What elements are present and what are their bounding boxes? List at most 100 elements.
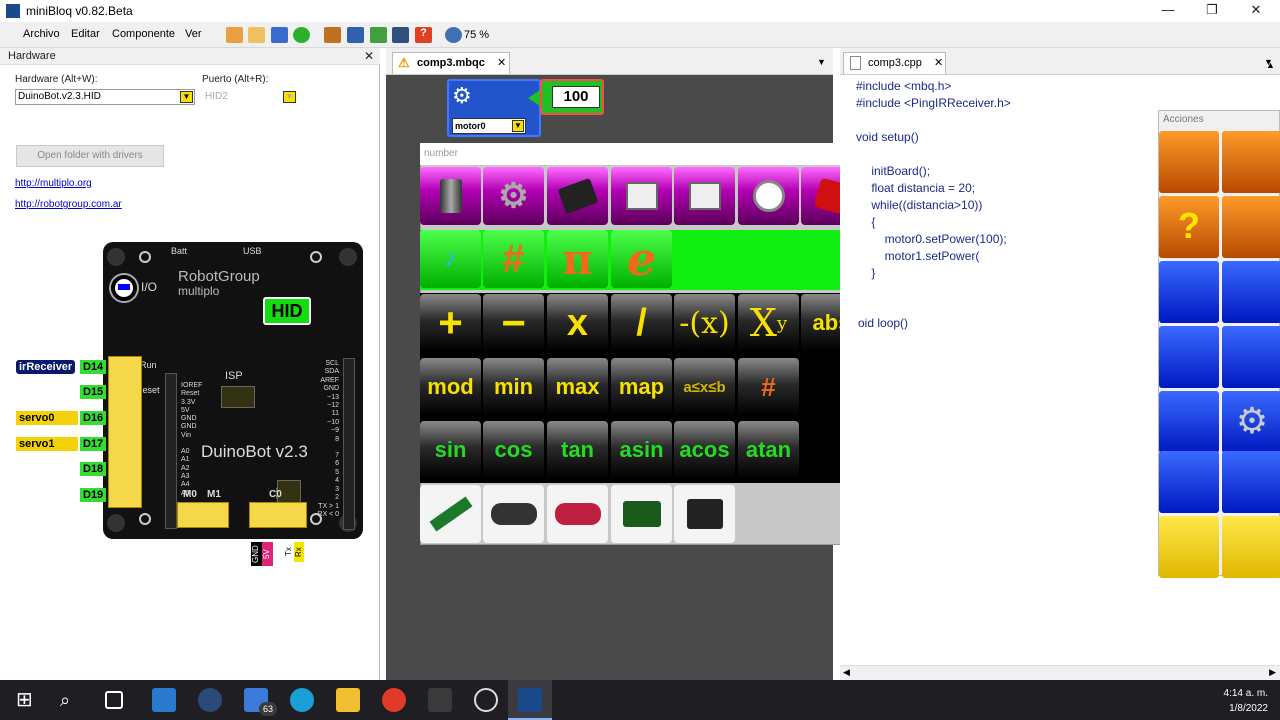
palette-memory-button[interactable] bbox=[420, 167, 481, 225]
palette-ir-receiver-button[interactable] bbox=[674, 485, 735, 543]
palette-atan-button[interactable]: atan bbox=[738, 421, 799, 479]
comment-bubble-icon[interactable] bbox=[1159, 516, 1219, 578]
restore-button[interactable]: ❐ bbox=[1190, 0, 1234, 22]
tab-comp3-cpp[interactable]: comp3.cpp ✕ bbox=[843, 52, 946, 74]
edit-icon[interactable] bbox=[347, 27, 364, 43]
palette-ultrasonic-button[interactable] bbox=[483, 485, 544, 543]
palette-subtract-button[interactable]: − bbox=[483, 294, 544, 352]
link-robotgroup[interactable]: http://robotgroup.com.ar bbox=[15, 199, 122, 210]
serial-monitor-icon[interactable] bbox=[1222, 326, 1280, 388]
new-file-icon[interactable] bbox=[248, 27, 265, 43]
save-icon[interactable] bbox=[271, 27, 288, 43]
component-label-servo0[interactable]: servo0 bbox=[16, 411, 78, 425]
palette-negate-button[interactable]: -(x) bbox=[674, 294, 735, 352]
file-explorer-icon[interactable] bbox=[336, 688, 360, 712]
gears-icon[interactable]: ⚙ bbox=[1222, 391, 1280, 453]
system-clock[interactable]: 4:14 a. m. 1/8/2022 bbox=[1224, 686, 1268, 716]
chevron-down-icon[interactable]: ▼ bbox=[283, 91, 296, 103]
palette-clock-button[interactable] bbox=[738, 167, 799, 225]
variable-memory-icon[interactable] bbox=[1159, 261, 1219, 323]
store-icon[interactable] bbox=[152, 688, 176, 712]
close-icon[interactable]: ✕ bbox=[364, 48, 374, 64]
delay-clock-icon[interactable] bbox=[1222, 196, 1280, 258]
help-icon[interactable]: ? bbox=[415, 27, 432, 43]
component-label-servo1[interactable]: servo1 bbox=[16, 437, 78, 451]
palette-add-button[interactable]: + bbox=[420, 294, 481, 352]
palette-asin-button[interactable]: asin bbox=[611, 421, 672, 479]
palette-search-input[interactable]: number bbox=[420, 143, 862, 165]
tab-comp3-mbqc[interactable]: ⚠ comp3.mbqc ✕ bbox=[392, 52, 510, 74]
palette-motors-button[interactable]: ⚙ bbox=[483, 167, 544, 225]
menu-archivo[interactable]: Archivo bbox=[23, 28, 60, 40]
close-icon[interactable]: ✕ bbox=[934, 53, 943, 73]
menu-ver[interactable]: Ver bbox=[185, 28, 202, 40]
palette-multiply-button[interactable]: x bbox=[547, 294, 608, 352]
speaker-icon[interactable] bbox=[1159, 391, 1219, 453]
edge-icon[interactable] bbox=[290, 688, 314, 712]
palette-divide-button[interactable]: / bbox=[611, 294, 672, 352]
link-multiplo[interactable]: http://multiplo.org bbox=[15, 178, 92, 189]
component-label-irreceiver[interactable]: irReceiver bbox=[16, 360, 76, 374]
palette-mod-button[interactable]: mod bbox=[420, 358, 481, 416]
close-button[interactable]: ✕ bbox=[1234, 0, 1278, 22]
scroll-right-icon[interactable]: ▶ bbox=[1269, 667, 1276, 678]
if-question-icon[interactable]: ? bbox=[1159, 196, 1219, 258]
palette-sin-button[interactable]: sin bbox=[420, 421, 481, 479]
motor-block[interactable]: ⚙ motor0 ▼ bbox=[447, 79, 541, 137]
hardware-select[interactable]: DuinoBot.v2.3.HID ▼ bbox=[15, 89, 195, 105]
palette-delay-button[interactable] bbox=[674, 167, 735, 225]
windows-start-icon[interactable]: ⊞ bbox=[16, 688, 40, 712]
run-icon[interactable] bbox=[293, 27, 310, 43]
app-star-icon[interactable] bbox=[428, 688, 452, 712]
chevron-down-icon[interactable]: ▼ bbox=[180, 91, 193, 103]
palette-servo-button[interactable] bbox=[547, 167, 608, 225]
scroll-left-icon[interactable]: ◀ bbox=[843, 667, 850, 678]
palette-map-button[interactable]: map bbox=[611, 358, 672, 416]
zoom-icon[interactable] bbox=[445, 27, 462, 43]
palette-ir-sensor-button[interactable] bbox=[611, 485, 672, 543]
minimize-button[interactable]: — bbox=[1146, 0, 1190, 22]
palette-terminal-button[interactable] bbox=[611, 167, 672, 225]
chrome-icon[interactable] bbox=[382, 688, 406, 712]
search-icon[interactable]: ⌕ bbox=[60, 688, 84, 712]
palette-acos-button[interactable]: acos bbox=[674, 421, 735, 479]
loop-question-icon[interactable] bbox=[1159, 131, 1219, 193]
palette-power-button[interactable]: Xy bbox=[738, 294, 799, 352]
menu-componente[interactable]: Componente bbox=[112, 28, 175, 40]
palette-constrain-button[interactable]: a≤x≤b bbox=[674, 358, 735, 416]
motor-select[interactable]: motor0 ▼ bbox=[452, 118, 526, 134]
palette-ping-button[interactable] bbox=[547, 485, 608, 543]
open-icon[interactable] bbox=[226, 27, 243, 43]
palette-e-button[interactable]: e bbox=[611, 230, 672, 288]
steam-icon[interactable] bbox=[198, 688, 222, 712]
menu-editar[interactable]: Editar bbox=[71, 28, 100, 40]
palette-line-sensor-button[interactable] bbox=[420, 485, 481, 543]
tab-list-chevron-icon[interactable]: ▼ bbox=[817, 57, 826, 67]
port-select[interactable]: HID2 ▼ bbox=[202, 89, 298, 105]
task-view-icon[interactable] bbox=[105, 691, 123, 709]
minibloq-icon[interactable] bbox=[518, 688, 542, 712]
comment-arrow-icon[interactable] bbox=[1159, 326, 1219, 388]
close-icon[interactable]: ✕ bbox=[497, 53, 506, 73]
palette-random-number-button[interactable]: # bbox=[738, 358, 799, 416]
palette-max-button[interactable]: max bbox=[547, 358, 608, 416]
loop-number-icon[interactable] bbox=[1222, 131, 1280, 193]
servo-icon[interactable] bbox=[1159, 451, 1219, 513]
horizontal-scrollbar[interactable]: ◀ ▶ bbox=[840, 665, 1280, 680]
terminal-icon[interactable] bbox=[392, 27, 409, 43]
palette-tan-button[interactable]: tan bbox=[547, 421, 608, 479]
scroll-up-icon[interactable]: ▲ bbox=[1266, 60, 1275, 70]
palette-min-button[interactable]: min bbox=[483, 358, 544, 416]
palette-pi-button[interactable]: π bbox=[547, 230, 608, 288]
memory-icon[interactable] bbox=[1222, 261, 1280, 323]
pencil-icon[interactable] bbox=[1222, 516, 1280, 578]
open-folder-button[interactable]: Open folder with drivers bbox=[16, 145, 164, 167]
io-button-icon[interactable] bbox=[111, 275, 137, 301]
palette-number-button[interactable]: # bbox=[483, 230, 544, 288]
palette-cos-button[interactable]: cos bbox=[483, 421, 544, 479]
clipboard-icon[interactable] bbox=[370, 27, 387, 43]
chevron-down-icon[interactable]: ▼ bbox=[512, 120, 524, 132]
palette-note-button[interactable]: ♪ bbox=[420, 230, 481, 288]
obs-icon[interactable] bbox=[474, 688, 498, 712]
components-icon[interactable] bbox=[324, 27, 341, 43]
